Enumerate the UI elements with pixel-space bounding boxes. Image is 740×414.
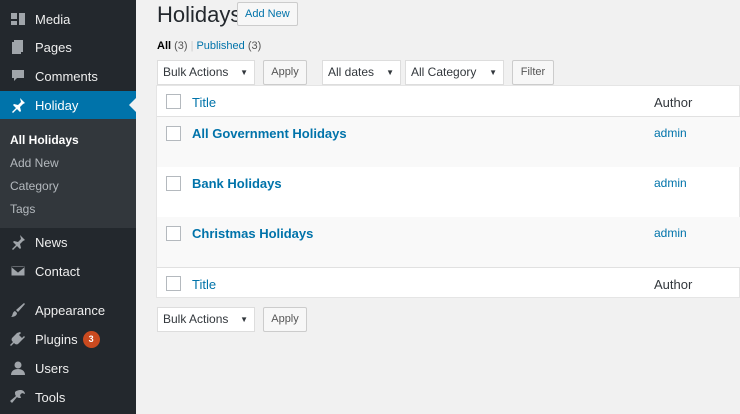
menu-item-label: Pages [35, 39, 72, 55]
menu-item-label: Holiday [35, 97, 79, 113]
row-author-link[interactable]: admin [654, 126, 687, 140]
comments-icon [10, 68, 26, 84]
menu-item-label: Plugins [35, 331, 78, 347]
apply-button[interactable]: Apply [263, 60, 307, 85]
row-checkbox[interactable] [166, 126, 181, 141]
menu-item-users[interactable]: Users [0, 354, 136, 382]
mail-icon [10, 263, 26, 279]
table-row: Christmas Holidays admin [157, 217, 740, 267]
menu-item-contact[interactable]: Contact [0, 257, 136, 285]
apply-button-bottom[interactable]: Apply [263, 307, 307, 332]
chevron-down-icon: ▼ [240, 315, 248, 324]
menu-item-label: Contact [35, 263, 80, 279]
user-icon [10, 360, 26, 376]
author-column-footer: Author [654, 277, 693, 292]
row-title-link[interactable]: Bank Holidays [192, 176, 282, 191]
filter-button[interactable]: Filter [512, 60, 554, 85]
view-published-link[interactable]: Published (3) [196, 40, 261, 52]
view-all-link[interactable]: All (3) [157, 40, 188, 52]
menu-item-label: Tools [35, 389, 66, 405]
menu-item-pages[interactable]: Pages [0, 33, 136, 61]
row-title-link[interactable]: All Government Holidays [192, 126, 347, 141]
dates-filter-select[interactable]: All dates ▼ [322, 60, 401, 85]
pin-icon [10, 97, 26, 113]
submenu-category[interactable]: Category [10, 179, 59, 193]
wrench-icon [10, 389, 26, 405]
bulk-actions-select[interactable]: Bulk Actions ▼ [157, 60, 255, 85]
category-filter-select[interactable]: All Category ▼ [405, 60, 504, 85]
menu-item-label: Appearance [35, 302, 106, 318]
submenu-add-new[interactable]: Add New [10, 156, 59, 170]
menu-item-news[interactable]: News [0, 228, 136, 256]
title-column-footer[interactable]: Title [192, 277, 216, 292]
media-icon [10, 11, 26, 27]
plugins-update-badge: 3 [82, 330, 100, 348]
chevron-down-icon: ▼ [489, 68, 497, 77]
menu-item-appearance[interactable]: Appearance [0, 296, 136, 324]
title-column-header[interactable]: Title [192, 95, 216, 110]
submenu-tags[interactable]: Tags [10, 202, 35, 216]
table-footer: Title Author [157, 267, 740, 298]
row-checkbox[interactable] [166, 226, 181, 241]
view-separator: | [190, 40, 194, 52]
holiday-submenu: All Holidays Add New Category Tags [0, 119, 136, 228]
select-all-checkbox-footer[interactable] [166, 276, 181, 291]
pin-icon [10, 234, 26, 250]
menu-item-comments[interactable]: Comments [0, 62, 136, 90]
row-author-link[interactable]: admin [654, 176, 687, 190]
menu-item-media[interactable]: Media [0, 5, 136, 33]
menu-item-tools[interactable]: Tools [0, 383, 136, 411]
row-title-link[interactable]: Christmas Holidays [192, 226, 313, 241]
select-all-checkbox[interactable] [166, 94, 181, 109]
author-column-header: Author [654, 95, 693, 110]
page-title: Holidays [157, 2, 242, 27]
table-header: Title Author [157, 86, 740, 117]
admin-sidebar: Media Pages Comments Holiday All Holiday… [0, 0, 136, 414]
add-new-button[interactable]: Add New [237, 2, 298, 26]
table-row: Bank Holidays admin [157, 167, 740, 217]
menu-item-label: News [35, 234, 68, 250]
table-row: All Government Holidays admin [157, 117, 740, 167]
submenu-all-holidays[interactable]: All Holidays [10, 133, 79, 147]
menu-item-holiday[interactable]: Holiday [0, 91, 136, 119]
posts-table: Title Author All Government Holidays adm… [156, 85, 740, 298]
menu-item-label: Media [35, 11, 71, 27]
chevron-down-icon: ▼ [386, 68, 394, 77]
menu-item-label: Comments [35, 68, 98, 84]
menu-item-label: Users [35, 360, 69, 376]
post-status-views: All (3) | Published (3) [157, 40, 261, 52]
row-author-link[interactable]: admin [654, 226, 687, 240]
plugin-icon [10, 331, 26, 347]
bulk-actions-select-bottom[interactable]: Bulk Actions ▼ [157, 307, 255, 332]
pages-icon [10, 39, 26, 55]
menu-item-plugins[interactable]: Plugins 3 [0, 325, 136, 353]
active-indicator [129, 98, 136, 112]
brush-icon [10, 302, 26, 318]
chevron-down-icon: ▼ [240, 68, 248, 77]
row-checkbox[interactable] [166, 176, 181, 191]
